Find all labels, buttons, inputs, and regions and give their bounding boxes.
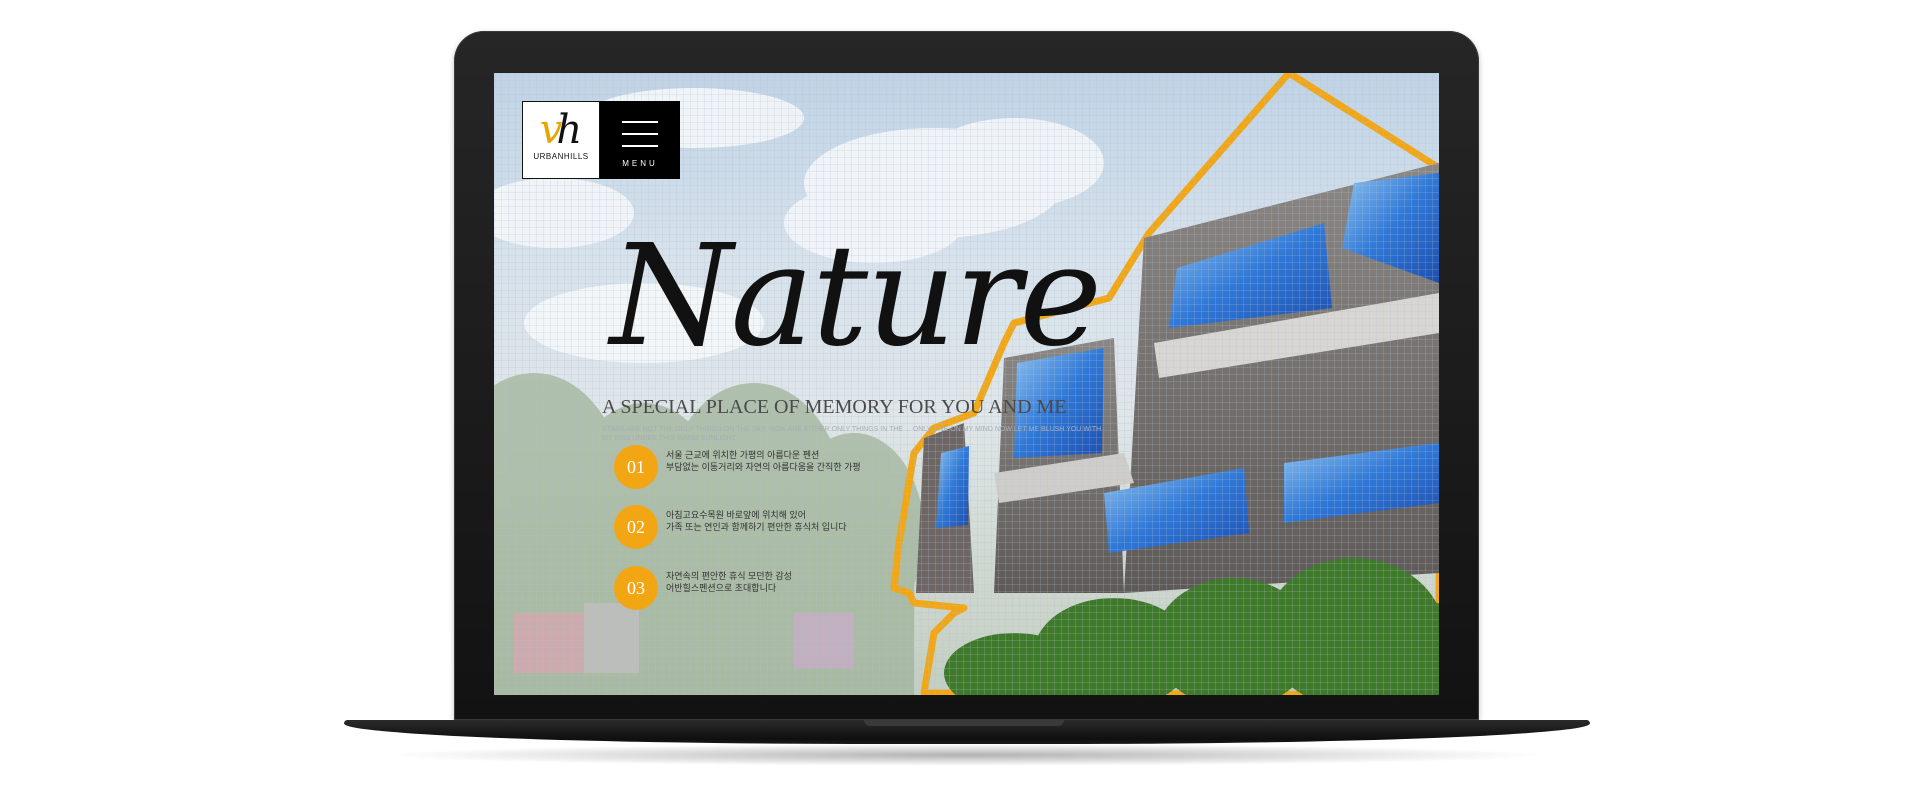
feature-number-badge: 03 [614,566,658,610]
logo-wordmark: URBANHILLS [533,152,589,161]
urbanhills-logo[interactable]: vh URBANHILLS [522,101,600,179]
mockup-stage: vh URBANHILLS MENU Nature A SPECIAL PLAC… [0,0,1920,804]
hero-title: Nature [610,215,1102,378]
hero-tagline: A SPECIAL PLACE OF MEMORY FOR YOU AND ME [602,396,1067,418]
logo-monogram: vh [539,107,583,153]
feature-line-2: 어반힐스펜션으로 초대합니다 [666,583,777,593]
laptop-notch [864,720,1064,726]
feature-line-1: 서울 근교에 위치한 가평의 아름다운 펜션 [666,450,820,460]
feature-number-badge: 01 [614,445,658,489]
feature-number-badge: 02 [614,505,658,549]
feature-line-1: 자연속의 편안한 휴식 모던한 감성 [666,571,792,581]
laptop-shadow [380,744,1550,766]
hero-subcopy: STARS ARE NOT THE ONLY THINGS ON THE SKY… [602,426,1102,442]
feature-line-1: 아침고요수목원 바로앞에 위치해 있어 [666,510,806,520]
feature-description: 서울 근교에 위치한 가평의 아름다운 펜션 부담없는 이동거리와 자연의 아름… [666,449,861,473]
menu-button[interactable]: MENU [600,101,680,179]
feature-description: 자연속의 편안한 휴식 모던한 감성 어반힐스펜션으로 초대합니다 [666,570,792,594]
hamburger-icon [622,121,658,157]
feature-line-2: 부담없는 이동거리와 자연의 아름다움을 간직한 가평 [666,462,861,472]
menu-label: MENU [622,159,658,168]
feature-line-2: 가족 또는 연인과 함께하기 편안한 휴식처 입니다 [666,522,847,532]
website-screen: vh URBANHILLS MENU Nature A SPECIAL PLAC… [494,73,1439,695]
feature-description: 아침고요수목원 바로앞에 위치해 있어 가족 또는 연인과 함께하기 편안한 휴… [666,509,847,533]
